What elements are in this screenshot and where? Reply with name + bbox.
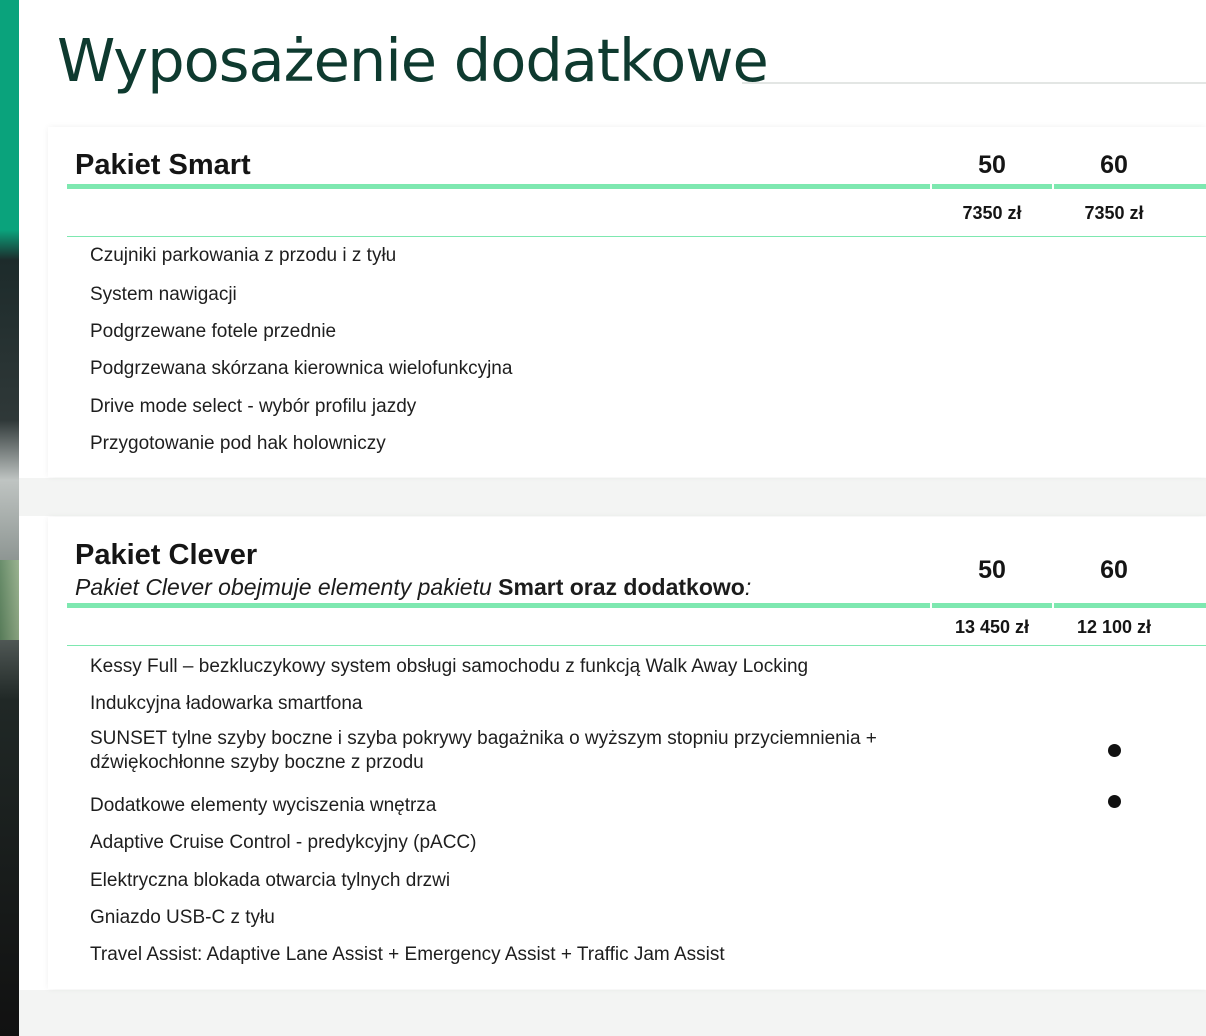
feature-item: Kessy Full – bezkluczykowy system obsług… [90, 656, 809, 677]
page-main: Wyposażenie dodatkowe Pakiet Smart 50 60… [19, 0, 1206, 1036]
page-title: Wyposażenie dodatkowe [57, 26, 769, 95]
feature-item: Indukcyjna ładowarka smartfona [90, 693, 363, 714]
feature-item: Przygotowanie pod hak holowniczy [90, 433, 386, 454]
feature-item: SUNSET tylne szyby boczne i szyba pokryw… [90, 728, 877, 749]
feature-item: Drive mode select - wybór profilu jazdy [90, 396, 417, 417]
header-rule [67, 603, 1206, 608]
included-dot-wyciszenie-60 [1108, 795, 1121, 808]
price-60: 7350 zł [1084, 203, 1144, 223]
price-60: 12 100 zł [1076, 617, 1152, 637]
feature-item: Dodatkowe elementy wyciszenia wnętrza [90, 795, 437, 816]
feature-item: Gniazdo USB-C z tyłu [90, 907, 275, 928]
column-separator [930, 603, 932, 608]
feature-item: System nawigacji [90, 284, 237, 305]
price-50: 13 450 zł [954, 617, 1030, 637]
feature-item: Travel Assist: Adaptive Lane Assist + Em… [90, 944, 725, 965]
column-separator [930, 184, 932, 189]
pakiet-smart-card: Pakiet Smart 50 60 7350 zł 7350 zł Czujn… [48, 127, 1206, 477]
included-dot-sunset-60 [1108, 744, 1121, 757]
feature-item: Elektryczna blokada otwarcia tylnych drz… [90, 870, 451, 891]
title-rule [742, 82, 1206, 84]
pakiet-clever-card: Pakiet Clever Pakiet Clever obejmuje ele… [48, 517, 1206, 989]
column-header-50: 50 [978, 556, 1006, 584]
column-header-60: 60 [1100, 151, 1128, 179]
price-50: 7350 zł [962, 203, 1022, 223]
feature-item: Podgrzewane fotele przednie [90, 321, 337, 342]
price-rule [67, 645, 1206, 646]
column-header-50: 50 [978, 151, 1006, 179]
subtitle-prefix: Pakiet Clever obejmuje elementy pakietu [75, 574, 499, 600]
page-bottom-band [19, 990, 1206, 1036]
package-name: Pakiet Smart [75, 149, 251, 181]
card-gap [19, 478, 1206, 516]
feature-item: Adaptive Cruise Control - predykcyjny (p… [90, 832, 477, 853]
price-rule [67, 236, 1206, 237]
column-header-60: 60 [1100, 556, 1128, 584]
package-name: Pakiet Clever [75, 539, 258, 571]
subtitle-bold: Smart oraz dodatkowo [498, 574, 745, 600]
feature-item: Podgrzewana skórzana kierownica wielofun… [90, 358, 513, 379]
column-separator [1052, 603, 1054, 608]
package-subtitle: Pakiet Clever obejmuje elementy pakietu … [75, 574, 751, 601]
column-separator [1052, 184, 1054, 189]
side-photo-strip [0, 0, 19, 1036]
feature-item-continued: dźwiękochłonne szyby boczne z przodu [90, 752, 424, 773]
subtitle-suffix: : [744, 574, 752, 600]
side-photo-detail [0, 560, 19, 640]
feature-item: Czujniki parkowania z przodu i z tyłu [90, 245, 397, 266]
header-rule [67, 184, 1206, 189]
